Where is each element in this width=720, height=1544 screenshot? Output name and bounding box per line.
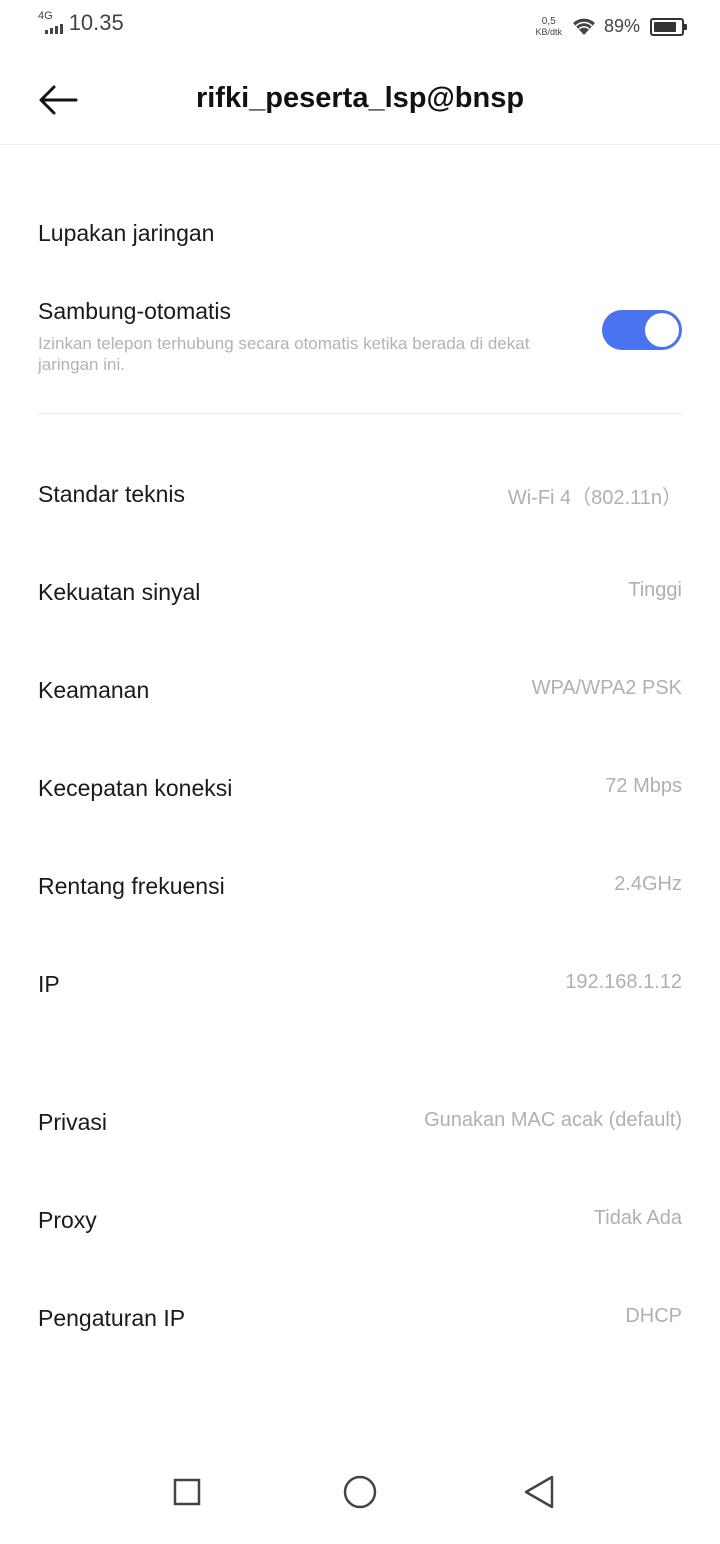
status-right: 0,5 KB/dtk 89% <box>535 15 687 37</box>
battery-percent: 89% <box>603 16 640 36</box>
detail-value: Tinggi <box>628 579 682 601</box>
page-title: rifki_peserta_lsp@bnsp <box>195 82 525 114</box>
clock: 10.35 <box>68 10 124 35</box>
detail-label: Kekuatan sinyal <box>38 579 201 605</box>
detail-value: Wi-Fi 4（802.11n） <box>507 487 682 509</box>
detail-row-ip: IP 192.168.1.12 <box>38 971 682 998</box>
detail-row-speed: Kecepatan koneksi 72 Mbps <box>38 775 682 802</box>
detail-row-security: Keamanan WPA/WPA2 PSK <box>38 677 682 704</box>
setting-row-privacy[interactable]: Privasi Gunakan MAC acak (default) <box>38 1109 682 1136</box>
detail-row-signal: Kekuatan sinyal Tinggi <box>38 579 682 606</box>
square-icon <box>173 1478 201 1506</box>
divider <box>38 413 682 414</box>
detail-label: Rentang frekuensi <box>38 873 225 899</box>
speed-value: 0,5 <box>541 15 556 27</box>
recents-button[interactable] <box>167 1472 207 1512</box>
setting-row-ip-settings[interactable]: Pengaturan IP DHCP <box>38 1305 682 1332</box>
auto-connect-description: Izinkan telepon terhubung secara otomati… <box>38 334 530 374</box>
detail-label: Kecepatan koneksi <box>38 775 233 801</box>
auto-connect-row[interactable]: Sambung-otomatis Izinkan telepon terhubu… <box>38 298 682 375</box>
detail-value: 72 Mbps <box>605 775 682 797</box>
network-type: 4G <box>38 10 53 22</box>
network-speed: 0,5 KB/dtk <box>535 15 562 37</box>
toggle-knob <box>645 313 679 347</box>
battery-icon <box>650 17 687 36</box>
setting-label: Proxy <box>38 1207 97 1233</box>
status-bar: 4G 10.35 0,5 KB/dtk 89% <box>0 0 720 56</box>
auto-connect-label: Sambung-otomatis <box>38 298 232 324</box>
navigation-bar <box>0 1454 720 1544</box>
detail-value: WPA/WPA2 PSK <box>531 677 682 699</box>
setting-row-proxy[interactable]: Proxy Tidak Ada <box>38 1207 682 1234</box>
speed-unit: KB/dtk <box>535 26 562 37</box>
setting-value: DHCP <box>625 1305 682 1327</box>
forget-network-label: Lupakan jaringan <box>38 220 215 246</box>
triangle-back-icon <box>524 1475 554 1509</box>
circle-icon <box>343 1475 377 1509</box>
auto-connect-toggle[interactable] <box>602 310 682 350</box>
setting-label: Pengaturan IP <box>38 1305 186 1331</box>
app-header: rifki_peserta_lsp@bnsp <box>0 56 720 145</box>
home-button[interactable] <box>340 1472 380 1512</box>
detail-row-standard: Standar teknis Wi-Fi 4（802.11n） <box>38 481 682 509</box>
forget-network-button[interactable]: Lupakan jaringan <box>38 220 682 247</box>
detail-value: 2.4GHz <box>614 873 682 895</box>
setting-value: Gunakan MAC acak (default) <box>424 1109 682 1131</box>
back-nav-button[interactable] <box>519 1472 559 1512</box>
detail-row-frequency: Rentang frekuensi 2.4GHz <box>38 873 682 900</box>
wifi-icon <box>572 18 595 35</box>
signal-icon <box>44 22 63 34</box>
detail-value: 192.168.1.12 <box>565 971 682 993</box>
setting-value: Tidak Ada <box>593 1207 682 1229</box>
status-left: 4G 10.35 <box>38 10 124 35</box>
